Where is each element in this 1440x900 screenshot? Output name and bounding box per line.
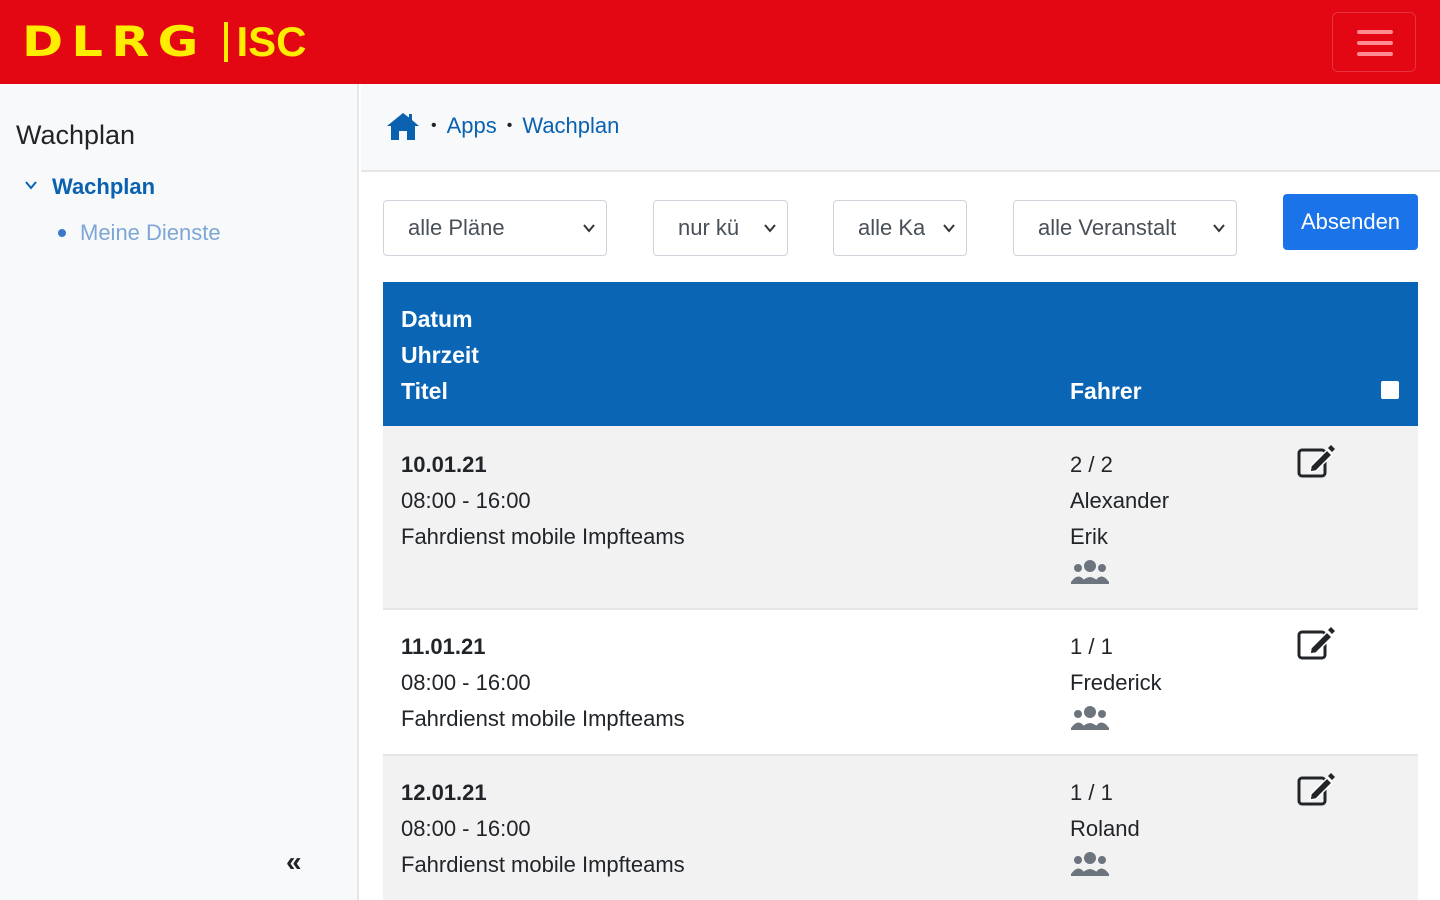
- edit-icon[interactable]: [1297, 444, 1335, 478]
- breadcrumb-separator: •: [431, 117, 437, 134]
- chevron-down-icon: [943, 224, 955, 233]
- breadcrumb-link-apps[interactable]: Apps: [447, 113, 497, 139]
- period-select[interactable]: nur kü: [653, 200, 788, 256]
- row-time: 08:00 - 16:00: [401, 670, 531, 695]
- sidebar-item-meine-dienste[interactable]: Meine Dienste: [58, 220, 221, 246]
- breadcrumb-link-wachplan[interactable]: Wachplan: [522, 113, 619, 139]
- events-select[interactable]: alle Veranstalt: [1013, 200, 1237, 256]
- home-icon[interactable]: [385, 110, 421, 142]
- plans-select[interactable]: alle Pläne: [383, 200, 607, 256]
- row-title: Fahrdienst mobile Impfteams: [401, 706, 685, 731]
- chevron-down-icon: [764, 224, 776, 233]
- sidebar-title: Wachplan: [16, 120, 136, 150]
- edit-icon[interactable]: [1297, 772, 1335, 806]
- table-row: 11.01.21 08:00 - 16:00 Fahrdienst mobile…: [383, 610, 1418, 756]
- row-time: 08:00 - 16:00: [401, 816, 531, 841]
- sidebar: Wachplan Wachplan Meine Dienste «: [0, 84, 359, 900]
- hamburger-icon-bar: [1357, 52, 1393, 56]
- row-driver-count: 2 / 2: [1070, 452, 1113, 477]
- team-icon[interactable]: [1070, 704, 1110, 732]
- hamburger-icon: [1357, 30, 1393, 34]
- events-select-value: alle Veranstalt: [1038, 215, 1177, 240]
- header-date[interactable]: Datum: [401, 306, 473, 333]
- sidebar-item-wachplan[interactable]: Wachplan: [24, 174, 155, 200]
- period-select-value: nur kü: [678, 215, 740, 240]
- row-driver-name: Alexander: [1070, 488, 1170, 513]
- logo-dlrg-text: DLRG: [22, 17, 207, 66]
- category-select-value: alle Ka: [858, 215, 926, 240]
- row-date: 12.01.21: [401, 780, 487, 805]
- row-driver-count: 1 / 1: [1070, 634, 1113, 659]
- row-date: 10.01.21: [401, 452, 487, 477]
- row-driver-name: Erik: [1070, 524, 1108, 549]
- row-title: Fahrdienst mobile Impfteams: [401, 852, 685, 877]
- header-drivers[interactable]: Fahrer: [1070, 378, 1142, 405]
- duty-table: Datum Uhrzeit Titel Fahrer 10.01.21 08:0…: [383, 282, 1418, 900]
- row-time: 08:00 - 16:00: [401, 488, 531, 513]
- category-select[interactable]: alle Ka: [833, 200, 967, 256]
- chevron-down-icon: [583, 224, 595, 233]
- row-driver-name: Roland: [1070, 816, 1140, 841]
- row-driver-name: Frederick: [1070, 670, 1162, 695]
- chevron-down-icon: [1213, 224, 1225, 233]
- plans-select-value: alle Pläne: [408, 215, 505, 240]
- table-header: Datum Uhrzeit Titel Fahrer: [383, 282, 1418, 426]
- sidebar-subitem-label: Meine Dienste: [80, 220, 221, 245]
- logo-isc-text: ISC: [236, 18, 307, 65]
- table-row: 10.01.21 08:00 - 16:00 Fahrdienst mobile…: [383, 426, 1418, 610]
- row-date: 11.01.21: [401, 634, 486, 659]
- edit-icon[interactable]: [1297, 626, 1335, 660]
- chevron-down-icon: [25, 181, 37, 190]
- team-icon[interactable]: [1070, 850, 1110, 878]
- breadcrumb-bar: • Apps • Wachplan: [361, 84, 1440, 172]
- breadcrumb-separator: •: [506, 117, 513, 134]
- select-all-checkbox[interactable]: [1381, 381, 1399, 399]
- header-title[interactable]: Titel: [401, 378, 448, 405]
- row-title: Fahrdienst mobile Impfteams: [401, 524, 685, 549]
- submit-button[interactable]: Absenden: [1283, 194, 1418, 250]
- bullet-icon: [58, 229, 66, 237]
- sidebar-item-label: Wachplan: [52, 174, 156, 199]
- hamburger-icon-bar: [1357, 41, 1393, 45]
- row-driver-count: 1 / 1: [1070, 780, 1113, 805]
- double-chevron-left-icon[interactable]: «: [286, 846, 302, 878]
- team-icon[interactable]: [1070, 558, 1110, 586]
- table-row: 12.01.21 08:00 - 16:00 Fahrdienst mobile…: [383, 756, 1418, 900]
- logo-separator: [224, 22, 229, 62]
- breadcrumb: • Apps • Wachplan: [385, 110, 619, 142]
- dlrg-isc-logo[interactable]: DLRG ISC: [22, 18, 306, 66]
- hamburger-menu-button[interactable]: [1332, 12, 1416, 72]
- header-time[interactable]: Uhrzeit: [401, 342, 479, 369]
- top-navbar: DLRG ISC: [0, 0, 1440, 84]
